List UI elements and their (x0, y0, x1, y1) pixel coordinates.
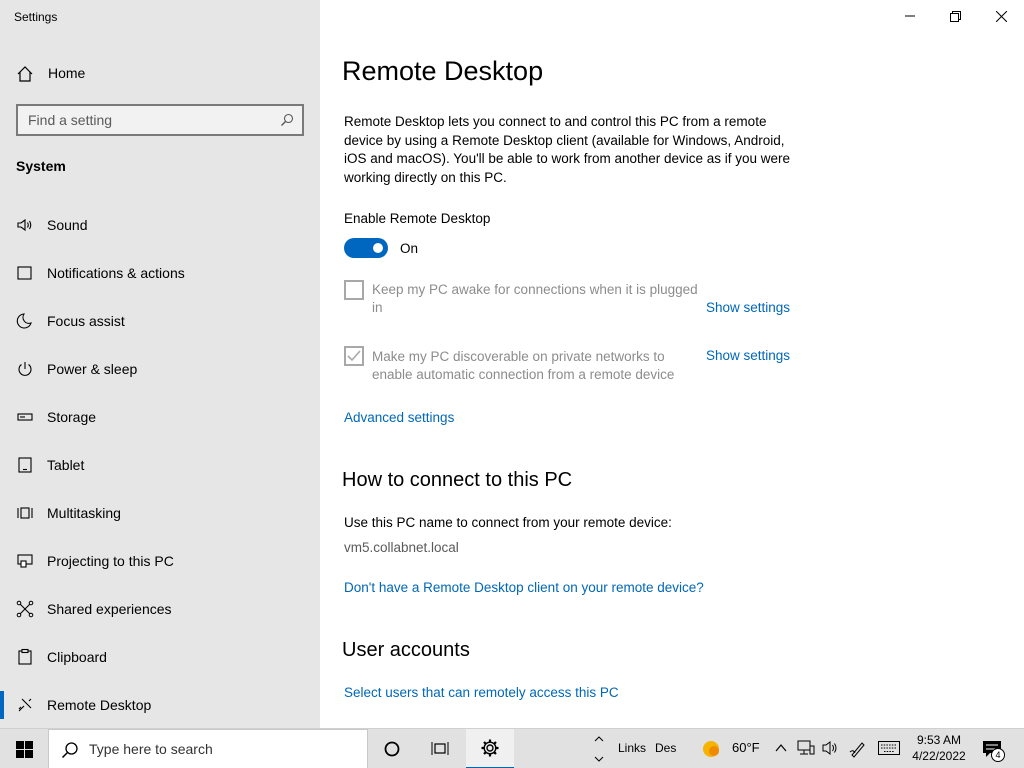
sidebar-item-label: Storage (47, 409, 97, 425)
sidebar-item-label: Notifications & actions (47, 265, 185, 281)
connect-text: Use this PC name to connect from your re… (344, 515, 672, 530)
notifications-icon (17, 266, 32, 280)
links-toolbar[interactable]: Links (618, 741, 646, 755)
touch-keyboard-button[interactable] (878, 741, 900, 760)
search-icon (61, 742, 78, 759)
clipboard-icon (18, 648, 32, 665)
sidebar-item-remote-desktop[interactable]: Remote Desktop (0, 685, 320, 725)
search-icon[interactable] (280, 113, 294, 127)
pc-name: vm5.collabnet.local (344, 540, 459, 555)
sidebar-item-shared-experiences[interactable]: Shared experiences (0, 589, 320, 629)
page-title: Remote Desktop (342, 56, 544, 86)
taskbar-search-placeholder: Type here to search (89, 741, 213, 757)
gear-icon (481, 739, 499, 757)
sidebar-item-storage[interactable]: Storage (0, 397, 320, 437)
client-link[interactable]: Don't have a Remote Desktop client on yo… (344, 580, 704, 595)
windows-logo-icon (15, 740, 33, 758)
network-icon (797, 740, 815, 755)
weather-widget-icon-wrap[interactable] (700, 738, 722, 760)
sidebar-item-label: Remote Desktop (47, 697, 152, 713)
enable-label: Enable Remote Desktop (344, 211, 491, 226)
discoverable-show-settings-link[interactable]: Show settings (706, 348, 790, 363)
toolbar-scroll[interactable] (592, 733, 606, 765)
settings-taskbar-button[interactable] (466, 729, 514, 768)
taskbar: Type here to search Links Des 60°F 9:53 … (0, 728, 1024, 768)
sidebar-item-sound[interactable]: Sound (0, 205, 320, 245)
action-center-button[interactable]: 4 (982, 738, 1008, 762)
shared-icon (16, 600, 34, 618)
select-users-link[interactable]: Select users that can remotely access th… (344, 685, 619, 700)
show-hidden-icons-button[interactable] (774, 741, 788, 760)
accounts-heading: User accounts (342, 639, 470, 661)
cortana-icon (384, 741, 400, 757)
active-indicator (0, 691, 4, 719)
sidebar-item-tablet[interactable]: Tablet (0, 445, 320, 485)
clock-date: 4/22/2022 (912, 749, 966, 763)
find-setting-input[interactable] (18, 106, 268, 134)
toggle-state: On (400, 241, 419, 256)
network-button[interactable] (797, 740, 815, 761)
taskbar-search[interactable]: Type here to search (48, 729, 368, 768)
power-icon (18, 362, 32, 376)
keep-awake-checkbox[interactable] (344, 280, 364, 300)
keep-awake-label: Keep my PC awake for connections when it… (372, 282, 698, 315)
main-content: Remote Desktop Remote Desktop lets you c… (320, 0, 1024, 728)
notification-count-badge: 4 (991, 748, 1005, 762)
remote-desktop-toggle[interactable] (344, 238, 388, 258)
weather-sun-icon (703, 741, 719, 757)
clock[interactable]: 9:53 AM 4/22/2022 (904, 732, 974, 764)
volume-icon (822, 741, 837, 755)
advanced-settings-link[interactable]: Advanced settings (344, 410, 454, 425)
tablet-icon (18, 457, 32, 473)
desktop-toolbar[interactable]: Des (655, 741, 676, 755)
keep-awake-show-settings-link[interactable]: Show settings (706, 300, 790, 315)
storage-icon (17, 413, 33, 421)
cortana-button[interactable] (368, 729, 416, 768)
weather-temperature[interactable]: 60°F (732, 740, 760, 755)
volume-button[interactable] (822, 740, 840, 761)
sidebar-item-projecting[interactable]: Projecting to this PC (0, 541, 320, 581)
toggle-knob (373, 243, 383, 253)
sidebar-item-label: Focus assist (47, 313, 125, 329)
start-button[interactable] (0, 729, 48, 768)
moon-icon (16, 313, 32, 329)
section-title: System (16, 158, 66, 174)
multitasking-icon (17, 507, 33, 519)
sidebar-item-label: Sound (47, 217, 88, 233)
sidebar-item-notifications[interactable]: Notifications & actions (0, 253, 320, 293)
sidebar-item-label: Clipboard (47, 649, 107, 665)
projecting-icon (17, 554, 33, 568)
discoverable-label: Make my PC discoverable on private netwo… (372, 349, 675, 382)
connect-heading: How to connect to this PC (342, 469, 573, 491)
checkmark-icon (347, 350, 361, 362)
keyboard-icon (878, 741, 900, 755)
app-title: Settings (14, 10, 58, 24)
chevron-up-down-icon (594, 736, 604, 762)
discoverable-checkbox[interactable] (344, 346, 364, 366)
sidebar-item-label: Home (48, 65, 86, 81)
sidebar-item-multitasking[interactable]: Multitasking (0, 493, 320, 533)
sidebar-item-power-sleep[interactable]: Power & sleep (0, 349, 320, 389)
clock-time: 9:53 AM (916, 733, 962, 747)
sidebar-item-home[interactable]: Home (0, 58, 320, 88)
speaker-icon (17, 218, 32, 232)
sidebar-item-label: Tablet (47, 457, 85, 473)
description: Remote Desktop lets you connect to and c… (344, 114, 791, 185)
sidebar-item-clipboard[interactable]: Clipboard (0, 637, 320, 677)
task-view-button[interactable] (416, 729, 464, 768)
sidebar: Settings Home System Sound Notifications… (0, 0, 320, 728)
sidebar-item-label: Shared experiences (47, 601, 172, 617)
find-setting-search[interactable] (16, 104, 304, 136)
chevron-up-icon (775, 744, 787, 752)
task-view-icon (431, 742, 449, 755)
sidebar-item-focus-assist[interactable]: Focus assist (0, 301, 320, 341)
home-icon (17, 66, 33, 82)
sidebar-item-label: Power & sleep (47, 361, 138, 377)
pen-workspace-button[interactable] (849, 740, 867, 763)
sidebar-item-label: Multitasking (47, 505, 121, 521)
pen-icon (849, 742, 865, 758)
sidebar-item-label: Projecting to this PC (47, 553, 174, 569)
remote-desktop-icon (18, 698, 32, 712)
